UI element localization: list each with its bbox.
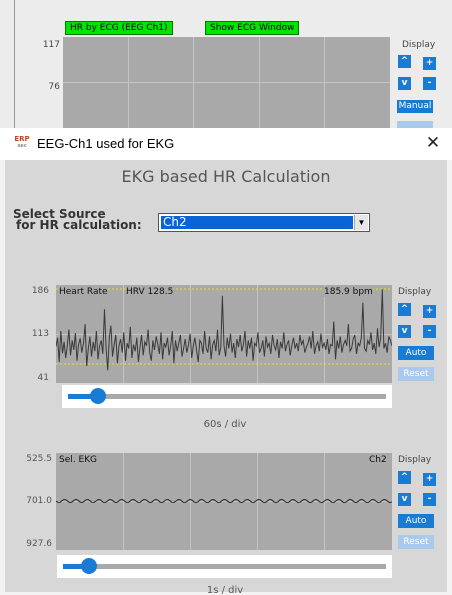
reset-button[interactable]: Reset [398, 535, 434, 549]
hr-y-tick: 41 [37, 373, 49, 383]
y-tick: 76 [48, 82, 60, 92]
ekg-plot: Sel. EKG Ch2 [56, 453, 392, 550]
display-label: Display [398, 287, 432, 297]
app-logo-icon: ERP sec [14, 135, 30, 150]
slider-thumb[interactable] [81, 558, 97, 574]
select-source-label: Select Source for HR calculation: [13, 207, 142, 232]
time-per-div: 60s / div [203, 419, 247, 430]
ekg-trace [56, 498, 392, 504]
reset-button[interactable]: Reset [398, 367, 434, 381]
source-select[interactable]: Ch2 ▼ [158, 213, 370, 232]
background-window: HR by ECG (EEG Ch1) Show ECG Window 117 … [0, 0, 452, 128]
source-select-value: Ch2 [160, 215, 354, 230]
scale-down-button[interactable]: v [398, 77, 411, 90]
show-ecg-window-button[interactable]: Show ECG Window [205, 21, 300, 35]
auto-button[interactable]: Auto [398, 514, 434, 528]
scale-up-button[interactable]: ^ [398, 55, 411, 68]
page-title: EKG based HR Calculation [121, 167, 331, 186]
divider [14, 0, 15, 128]
ekg-dialog: ERP sec EEG-Ch1 used for EKG ✕ EKG based… [0, 128, 452, 595]
y-tick: 117 [42, 40, 60, 50]
close-icon[interactable]: ✕ [423, 133, 443, 153]
screen: HR by ECG (EEG Ch1) Show ECG Window 117 … [0, 0, 452, 595]
scale-up-button[interactable]: ^ [398, 303, 411, 316]
plot-label: Sel. EKG [59, 455, 98, 465]
display-label: Display [402, 40, 436, 50]
display-label: Display [398, 455, 432, 465]
dialog-titlebar[interactable]: ERP sec EEG-Ch1 used for EKG ✕ [0, 128, 452, 160]
scale-up-button[interactable]: ^ [398, 471, 411, 484]
ekg-y-tick: 927.6 [26, 539, 52, 549]
ekg-y-tick: 701.0 [26, 496, 52, 506]
zoom-out-button[interactable]: - [423, 325, 436, 338]
hr-time-slider[interactable] [62, 385, 392, 408]
zoom-in-button[interactable]: + [423, 305, 436, 318]
hr-y-tick: 113 [31, 329, 49, 339]
slider-thumb[interactable] [90, 388, 106, 404]
ekg-y-tick: 525.5 [26, 454, 52, 464]
hr-by-ecg-button[interactable]: HR by ECG (EEG Ch1) [65, 21, 173, 35]
chevron-down-icon[interactable]: ▼ [354, 215, 368, 230]
heart-rate-trace [56, 288, 392, 371]
plot-label: Heart Rate [59, 287, 108, 297]
zoom-out-button[interactable]: - [423, 493, 436, 506]
dialog-panel: EKG based HR Calculation Select Source f… [5, 160, 447, 595]
manual-button[interactable]: Manual [397, 100, 433, 113]
zoom-in-button[interactable]: + [423, 473, 436, 486]
scale-down-button[interactable]: v [398, 325, 411, 338]
zoom-out-button[interactable]: - [423, 77, 436, 90]
dialog-title: EEG-Ch1 used for EKG [37, 136, 175, 151]
ekg-time-slider[interactable] [57, 555, 392, 578]
time-per-div: 1s / div [206, 585, 244, 595]
hr-y-tick: 186 [31, 286, 49, 296]
scale-down-button[interactable]: v [398, 493, 411, 506]
bpm-value: 185.9 bpm [324, 287, 373, 297]
background-plot [63, 37, 390, 128]
channel-label: Ch2 [369, 455, 387, 465]
auto-button[interactable]: Auto [398, 346, 434, 360]
heart-rate-plot: Heart Rate HRV 128.5 185.9 bpm [56, 285, 392, 383]
hrv-value: HRV 128.5 [126, 287, 174, 297]
zoom-in-button[interactable]: + [423, 57, 436, 70]
reset-button[interactable] [397, 121, 433, 128]
